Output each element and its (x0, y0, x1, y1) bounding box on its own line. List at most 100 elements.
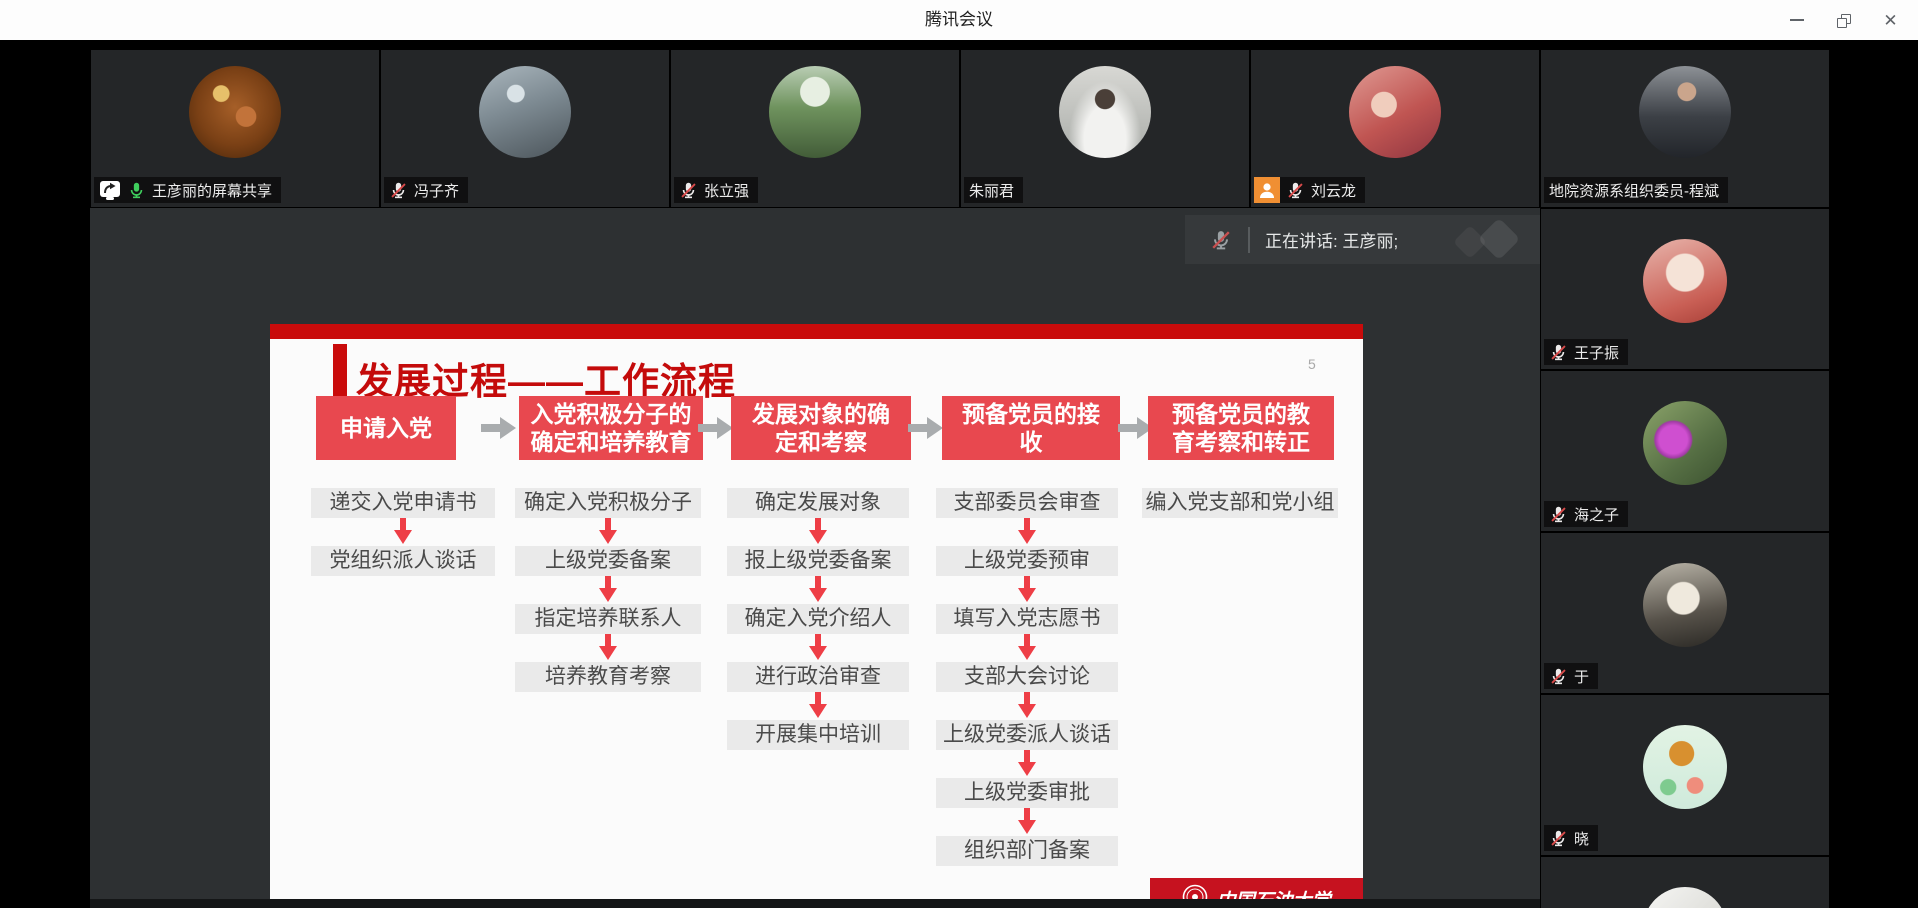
flow-step: 报上级党委备案 (727, 546, 909, 576)
flow-step: 党组织派人谈话 (311, 546, 495, 576)
flow-step: 上级党委派人谈话 (936, 720, 1118, 750)
flow-step: 编入党支部和党小组 (1142, 488, 1338, 518)
mic-muted-icon (679, 181, 698, 200)
flow-step: 上级党委预审 (936, 546, 1118, 576)
mic-muted-icon (1549, 505, 1568, 524)
avatar (1643, 239, 1727, 323)
flow-step: 开展集中培训 (727, 720, 909, 750)
stage-box: 申请入党 (316, 396, 456, 460)
flow-step: 指定培养联系人 (515, 604, 701, 634)
flow-step: 确定入党介绍人 (727, 604, 909, 634)
participant-name-tag: 晓 (1544, 825, 1598, 851)
person-badge-icon (1254, 177, 1280, 203)
top-video-strip: 王彦丽的屏幕共享 冯子齐 张立强 朱丽君 刘云龙 地院资源系组织委员-程斌 (90, 49, 1830, 208)
participant-name-tag: 海之子 (1544, 501, 1628, 527)
participant-name: 地院资源系组织委员-程斌 (1549, 180, 1719, 201)
avatar (1349, 66, 1441, 158)
participant-name: 冯子齐 (414, 180, 459, 201)
flow-step: 培养教育考察 (515, 662, 701, 692)
avatar (1643, 725, 1727, 809)
flow-step: 确定入党积极分子 (515, 488, 701, 518)
participant-name: 王彦丽的屏幕共享 (152, 180, 272, 201)
stage-box: 预备党员的教 育考察和转正 (1148, 396, 1334, 460)
close-button[interactable]: ✕ (1867, 0, 1914, 40)
slide: 发展过程——工作流程 5 申请入党入党积极分子的 确定和培养教育发展对象的确 定… (270, 324, 1363, 908)
participant-tile[interactable]: 王子振 (1541, 209, 1829, 369)
mic-muted-icon (1286, 181, 1305, 200)
avatar (189, 66, 281, 158)
close-icon: ✕ (1883, 12, 1897, 29)
participant-tile[interactable]: 晓 (1541, 695, 1829, 855)
participant-tile[interactable]: 海之子 (1541, 371, 1829, 531)
restore-button[interactable] (1820, 0, 1867, 40)
window-controls: ✕ (1773, 0, 1914, 40)
avatar (1643, 887, 1727, 908)
participant-tile[interactable]: 张立强 (671, 50, 959, 207)
minimize-button[interactable] (1773, 0, 1820, 40)
participant-name: 刘云龙 (1311, 180, 1356, 201)
flow-step: 进行政治审查 (727, 662, 909, 692)
participant-name-tag: 冯子齐 (384, 177, 468, 203)
mic-on-icon (127, 181, 146, 200)
shared-screen: 正在讲话: 王彦丽; 发展过程——工作流程 5 申请入党入党积极分子的 确定和培… (90, 208, 1540, 908)
titlebar: 腾讯会议 ✕ (0, 0, 1918, 40)
speaking-toast-text: 正在讲话: 王彦丽; (1265, 227, 1398, 252)
participant-tile[interactable]: 刘云龙 (1251, 50, 1539, 207)
avatar (1639, 66, 1731, 158)
participant-name: 朱丽君 (969, 180, 1014, 201)
participant-tile[interactable]: 王彦丽的屏幕共享 (91, 50, 379, 207)
flow-step: 支部大会讨论 (936, 662, 1118, 692)
participant-tile[interactable] (1541, 857, 1829, 908)
stage-arrow-icon (481, 416, 517, 445)
flow-step: 递交入党申请书 (311, 488, 495, 518)
participant-name: 海之子 (1574, 504, 1619, 525)
participant-name: 于 (1574, 666, 1589, 687)
stage-arrow-icon (908, 416, 944, 445)
mic-muted-icon (1549, 829, 1568, 848)
meeting-logo-watermark (1450, 216, 1536, 270)
screen-share-icon (99, 179, 121, 201)
stage-box: 预备党员的接 收 (942, 396, 1120, 460)
participant-name-tag: 于 (1544, 663, 1598, 689)
avatar (1059, 66, 1151, 158)
participant-name-tag: 朱丽君 (964, 177, 1023, 203)
flow-step: 支部委员会审查 (936, 488, 1118, 518)
minimize-icon (1790, 19, 1804, 21)
restore-icon (1837, 14, 1850, 27)
participant-name-tag: 张立强 (674, 177, 758, 203)
stage-box: 发展对象的确 定和考察 (731, 396, 911, 460)
window-title: 腾讯会议 (0, 0, 1918, 40)
participant-name: 张立强 (704, 180, 749, 201)
toast-divider (1248, 227, 1250, 253)
avatar (479, 66, 571, 158)
share-bottom-bar (90, 899, 1540, 908)
mic-muted-icon (389, 181, 408, 200)
stage-arrow-icon (698, 416, 734, 445)
participant-name-tag: 刘云龙 (1254, 177, 1365, 203)
participant-tile[interactable]: 地院资源系组织委员-程斌 (1541, 50, 1829, 207)
mic-muted-icon (1549, 343, 1568, 362)
avatar (1643, 563, 1727, 647)
flow-step: 确定发展对象 (727, 488, 909, 518)
avatar (1643, 401, 1727, 485)
flow-step: 填写入党志愿书 (936, 604, 1118, 634)
participant-tile[interactable]: 冯子齐 (381, 50, 669, 207)
stage-box: 入党积极分子的 确定和培养教育 (519, 396, 703, 460)
meeting-window: 腾讯会议 ✕ 王彦丽的屏幕共享冯子齐张立强朱丽君刘云龙地院资源系组织委员-程斌 … (0, 0, 1918, 908)
slide-top-bar (270, 324, 1363, 339)
mic-muted-icon (1549, 667, 1568, 686)
slide-page-number: 5 (1308, 356, 1316, 372)
mic-muted-icon (1209, 228, 1233, 252)
participant-tile[interactable]: 朱丽君 (961, 50, 1249, 207)
avatar (769, 66, 861, 158)
participant-tile[interactable]: 于 (1541, 533, 1829, 693)
participant-name: 王子振 (1574, 342, 1619, 363)
participant-name-tag: 地院资源系组织委员-程斌 (1544, 177, 1728, 203)
flow-step: 上级党委审批 (936, 778, 1118, 808)
sidebar-video-strip: 王子振海之子于晓 (1540, 208, 1830, 908)
participant-name-tag: 王子振 (1544, 339, 1628, 365)
flow-step: 上级党委备案 (515, 546, 701, 576)
participant-name-tag: 王彦丽的屏幕共享 (94, 177, 281, 203)
flow-step: 组织部门备案 (936, 836, 1118, 866)
participant-name: 晓 (1574, 828, 1589, 849)
